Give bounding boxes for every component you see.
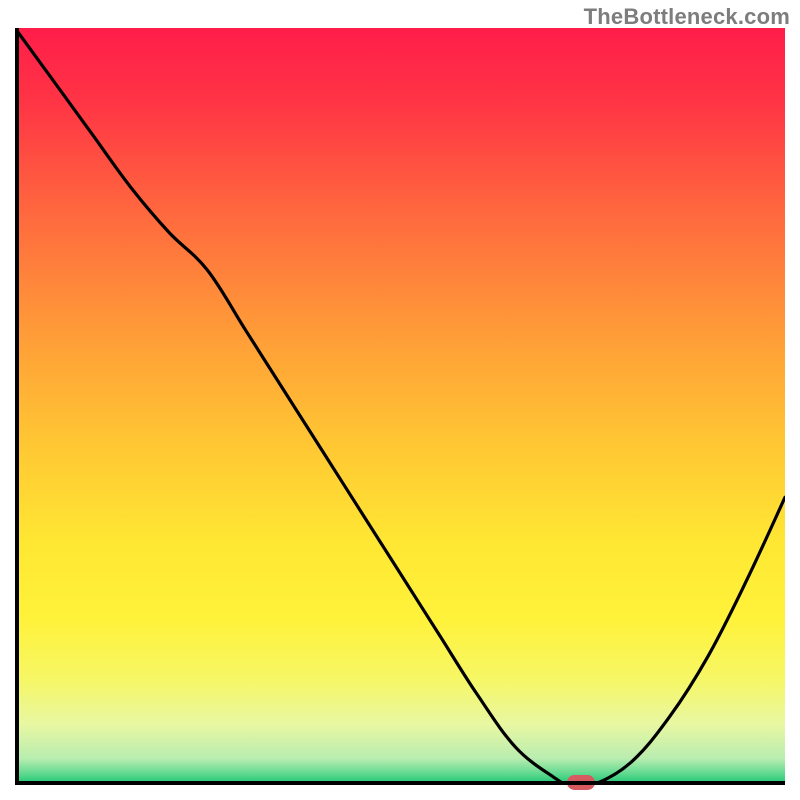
bottleneck-curve (15, 28, 785, 785)
x-axis-line (15, 781, 785, 785)
watermark-text: TheBottleneck.com (584, 4, 790, 30)
chart-container: TheBottleneck.com (0, 0, 800, 800)
plot-area (15, 28, 785, 785)
y-axis-line (15, 28, 19, 785)
